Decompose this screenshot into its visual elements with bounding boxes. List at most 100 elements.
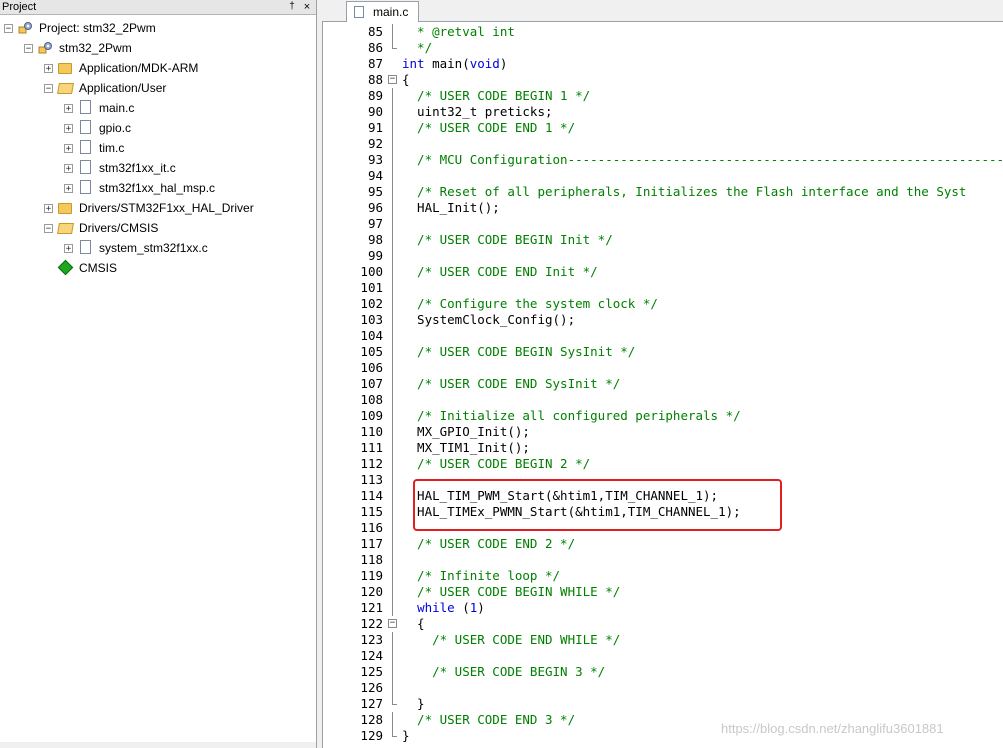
tree-item[interactable]: − stm32_2Pwm [24, 38, 132, 58]
code-line[interactable]: 112 /* USER CODE BEGIN 2 */ [323, 456, 1003, 472]
fold-guide [392, 120, 393, 136]
code-line[interactable]: 111 MX_TIM1_Init(); [323, 440, 1003, 456]
tree-item[interactable]: + stm32f1xx_hal_msp.c [64, 178, 215, 198]
line-number: 129 [360, 728, 383, 743]
code-line[interactable]: 96 HAL_Init(); [323, 200, 1003, 216]
code-line[interactable]: 93 /* MCU Configuration-----------------… [323, 152, 1003, 168]
code-text: while (1) [417, 600, 485, 615]
tree-item[interactable]: + gpio.c [64, 118, 131, 138]
file-icon [78, 240, 94, 256]
code-line[interactable]: 121 while (1) [323, 600, 1003, 616]
code-line[interactable]: 108 [323, 392, 1003, 408]
tree-item[interactable]: + main.c [64, 98, 134, 118]
code-line[interactable]: 119 /* Infinite loop */ [323, 568, 1003, 584]
fold-guide [392, 648, 393, 664]
code-text: /* USER CODE END WHILE */ [402, 632, 621, 647]
fold-guide [392, 728, 393, 736]
code-line[interactable]: 105 /* USER CODE BEGIN SysInit */ [323, 344, 1003, 360]
fold-guide [392, 344, 393, 360]
file-icon [78, 140, 94, 156]
line-number: 90 [367, 104, 383, 119]
pin-icon[interactable]: † [286, 0, 298, 14]
tree-item-label: Project: stm32_2Pwm [39, 21, 156, 35]
fold-guide [392, 40, 393, 48]
line-number: 114 [360, 488, 383, 503]
expand-icon[interactable]: + [64, 123, 73, 133]
tree-item-label: Application/MDK-ARM [79, 61, 199, 75]
expand-icon[interactable]: + [64, 163, 73, 173]
tree-item[interactable]: − Application/User [44, 78, 166, 98]
line-number: 123 [360, 632, 383, 647]
code-line[interactable]: 97 [323, 216, 1003, 232]
code-text: * @retval int [402, 24, 515, 39]
code-line[interactable]: 94 [323, 168, 1003, 184]
tree-item[interactable]: + Application/MDK-ARM [44, 58, 198, 78]
fold-toggle-icon[interactable]: − [388, 75, 397, 84]
line-number: 126 [360, 680, 383, 695]
code-line[interactable]: 85 * @retval int [323, 24, 1003, 40]
code-text: } [402, 696, 425, 711]
expand-icon[interactable]: + [64, 183, 73, 193]
collapse-icon[interactable]: − [4, 23, 13, 33]
line-number: 96 [367, 200, 383, 215]
code-line[interactable]: 90 uint32_t preticks; [323, 104, 1003, 120]
code-line[interactable]: 100 /* USER CODE END Init */ [323, 264, 1003, 280]
line-number: 121 [360, 600, 383, 615]
code-editor[interactable]: 85 * @retval int 86 */87 int main(void) 88−… [322, 22, 1003, 748]
fold-guide [392, 536, 393, 552]
code-line[interactable]: 101 [323, 280, 1003, 296]
code-text: /* USER CODE END Init */ [402, 264, 598, 279]
tree-item[interactable]: + tim.c [64, 138, 124, 158]
code-line[interactable]: 95 /* Reset of all peripherals, Initiali… [323, 184, 1003, 200]
tree-item[interactable]: − Project: stm32_2Pwm [4, 18, 156, 38]
code-line[interactable]: 91 /* USER CODE END 1 */ [323, 120, 1003, 136]
code-line[interactable]: 104 [323, 328, 1003, 344]
collapse-icon[interactable]: − [24, 43, 33, 53]
code-line[interactable]: 98 /* USER CODE BEGIN Init */ [323, 232, 1003, 248]
tree-item[interactable]: CMSIS [44, 258, 117, 278]
tree-item[interactable]: + stm32f1xx_it.c [64, 158, 176, 178]
tree-item-label: CMSIS [79, 261, 118, 275]
code-line[interactable]: 102 /* Configure the system clock */ [323, 296, 1003, 312]
code-line[interactable]: 92 [323, 136, 1003, 152]
code-line[interactable]: 106 [323, 360, 1003, 376]
code-line[interactable]: 86 */ [323, 40, 1003, 56]
code-line[interactable]: 122− { [323, 616, 1003, 632]
code-line[interactable]: 117 /* USER CODE END 2 */ [323, 536, 1003, 552]
code-line[interactable]: 107 /* USER CODE END SysInit */ [323, 376, 1003, 392]
code-line[interactable]: 99 [323, 248, 1003, 264]
expand-icon[interactable]: + [64, 103, 73, 113]
close-icon[interactable]: × [301, 0, 313, 14]
tab-main-c[interactable]: main.c [346, 1, 420, 22]
line-number: 122 [360, 616, 383, 631]
code-line[interactable]: 123 /* USER CODE END WHILE */ [323, 632, 1003, 648]
code-text: /* USER CODE BEGIN SysInit */ [402, 344, 636, 359]
code-line[interactable]: 87 int main(void) [323, 56, 1003, 72]
code-line[interactable]: 127 } [323, 696, 1003, 712]
code-line[interactable]: 126 [323, 680, 1003, 696]
code-line[interactable]: 118 [323, 552, 1003, 568]
line-number: 89 [367, 88, 383, 103]
tree-item[interactable]: − Drivers/CMSIS [44, 218, 158, 238]
tree-item[interactable]: + Drivers/STM32F1xx_HAL_Driver [44, 198, 254, 218]
collapse-icon[interactable]: − [44, 83, 53, 93]
fold-toggle-icon[interactable]: − [388, 619, 397, 628]
expand-icon[interactable]: + [44, 63, 53, 73]
code-line[interactable]: 120 /* USER CODE BEGIN WHILE */ [323, 584, 1003, 600]
code-line[interactable]: 125 /* USER CODE BEGIN 3 */ [323, 664, 1003, 680]
expand-icon[interactable]: + [64, 243, 73, 253]
fold-guide [392, 568, 393, 584]
code-text: /* Reset of all peripherals, Initializes… [402, 184, 967, 199]
tree-item[interactable]: + system_stm32f1xx.c [64, 238, 208, 258]
expand-icon[interactable]: + [44, 203, 53, 213]
collapse-icon[interactable]: − [44, 223, 53, 233]
code-line[interactable]: 88−{ [323, 72, 1003, 88]
code-line[interactable]: 109 /* Initialize all configured periphe… [323, 408, 1003, 424]
code-line[interactable]: 110 MX_GPIO_Init(); [323, 424, 1003, 440]
code-line[interactable]: 89 /* USER CODE BEGIN 1 */ [323, 88, 1003, 104]
fold-guide [392, 408, 393, 424]
expand-icon[interactable]: + [64, 143, 73, 153]
tree-item-label: tim.c [99, 141, 125, 155]
code-line[interactable]: 124 [323, 648, 1003, 664]
code-line[interactable]: 103 SystemClock_Config(); [323, 312, 1003, 328]
